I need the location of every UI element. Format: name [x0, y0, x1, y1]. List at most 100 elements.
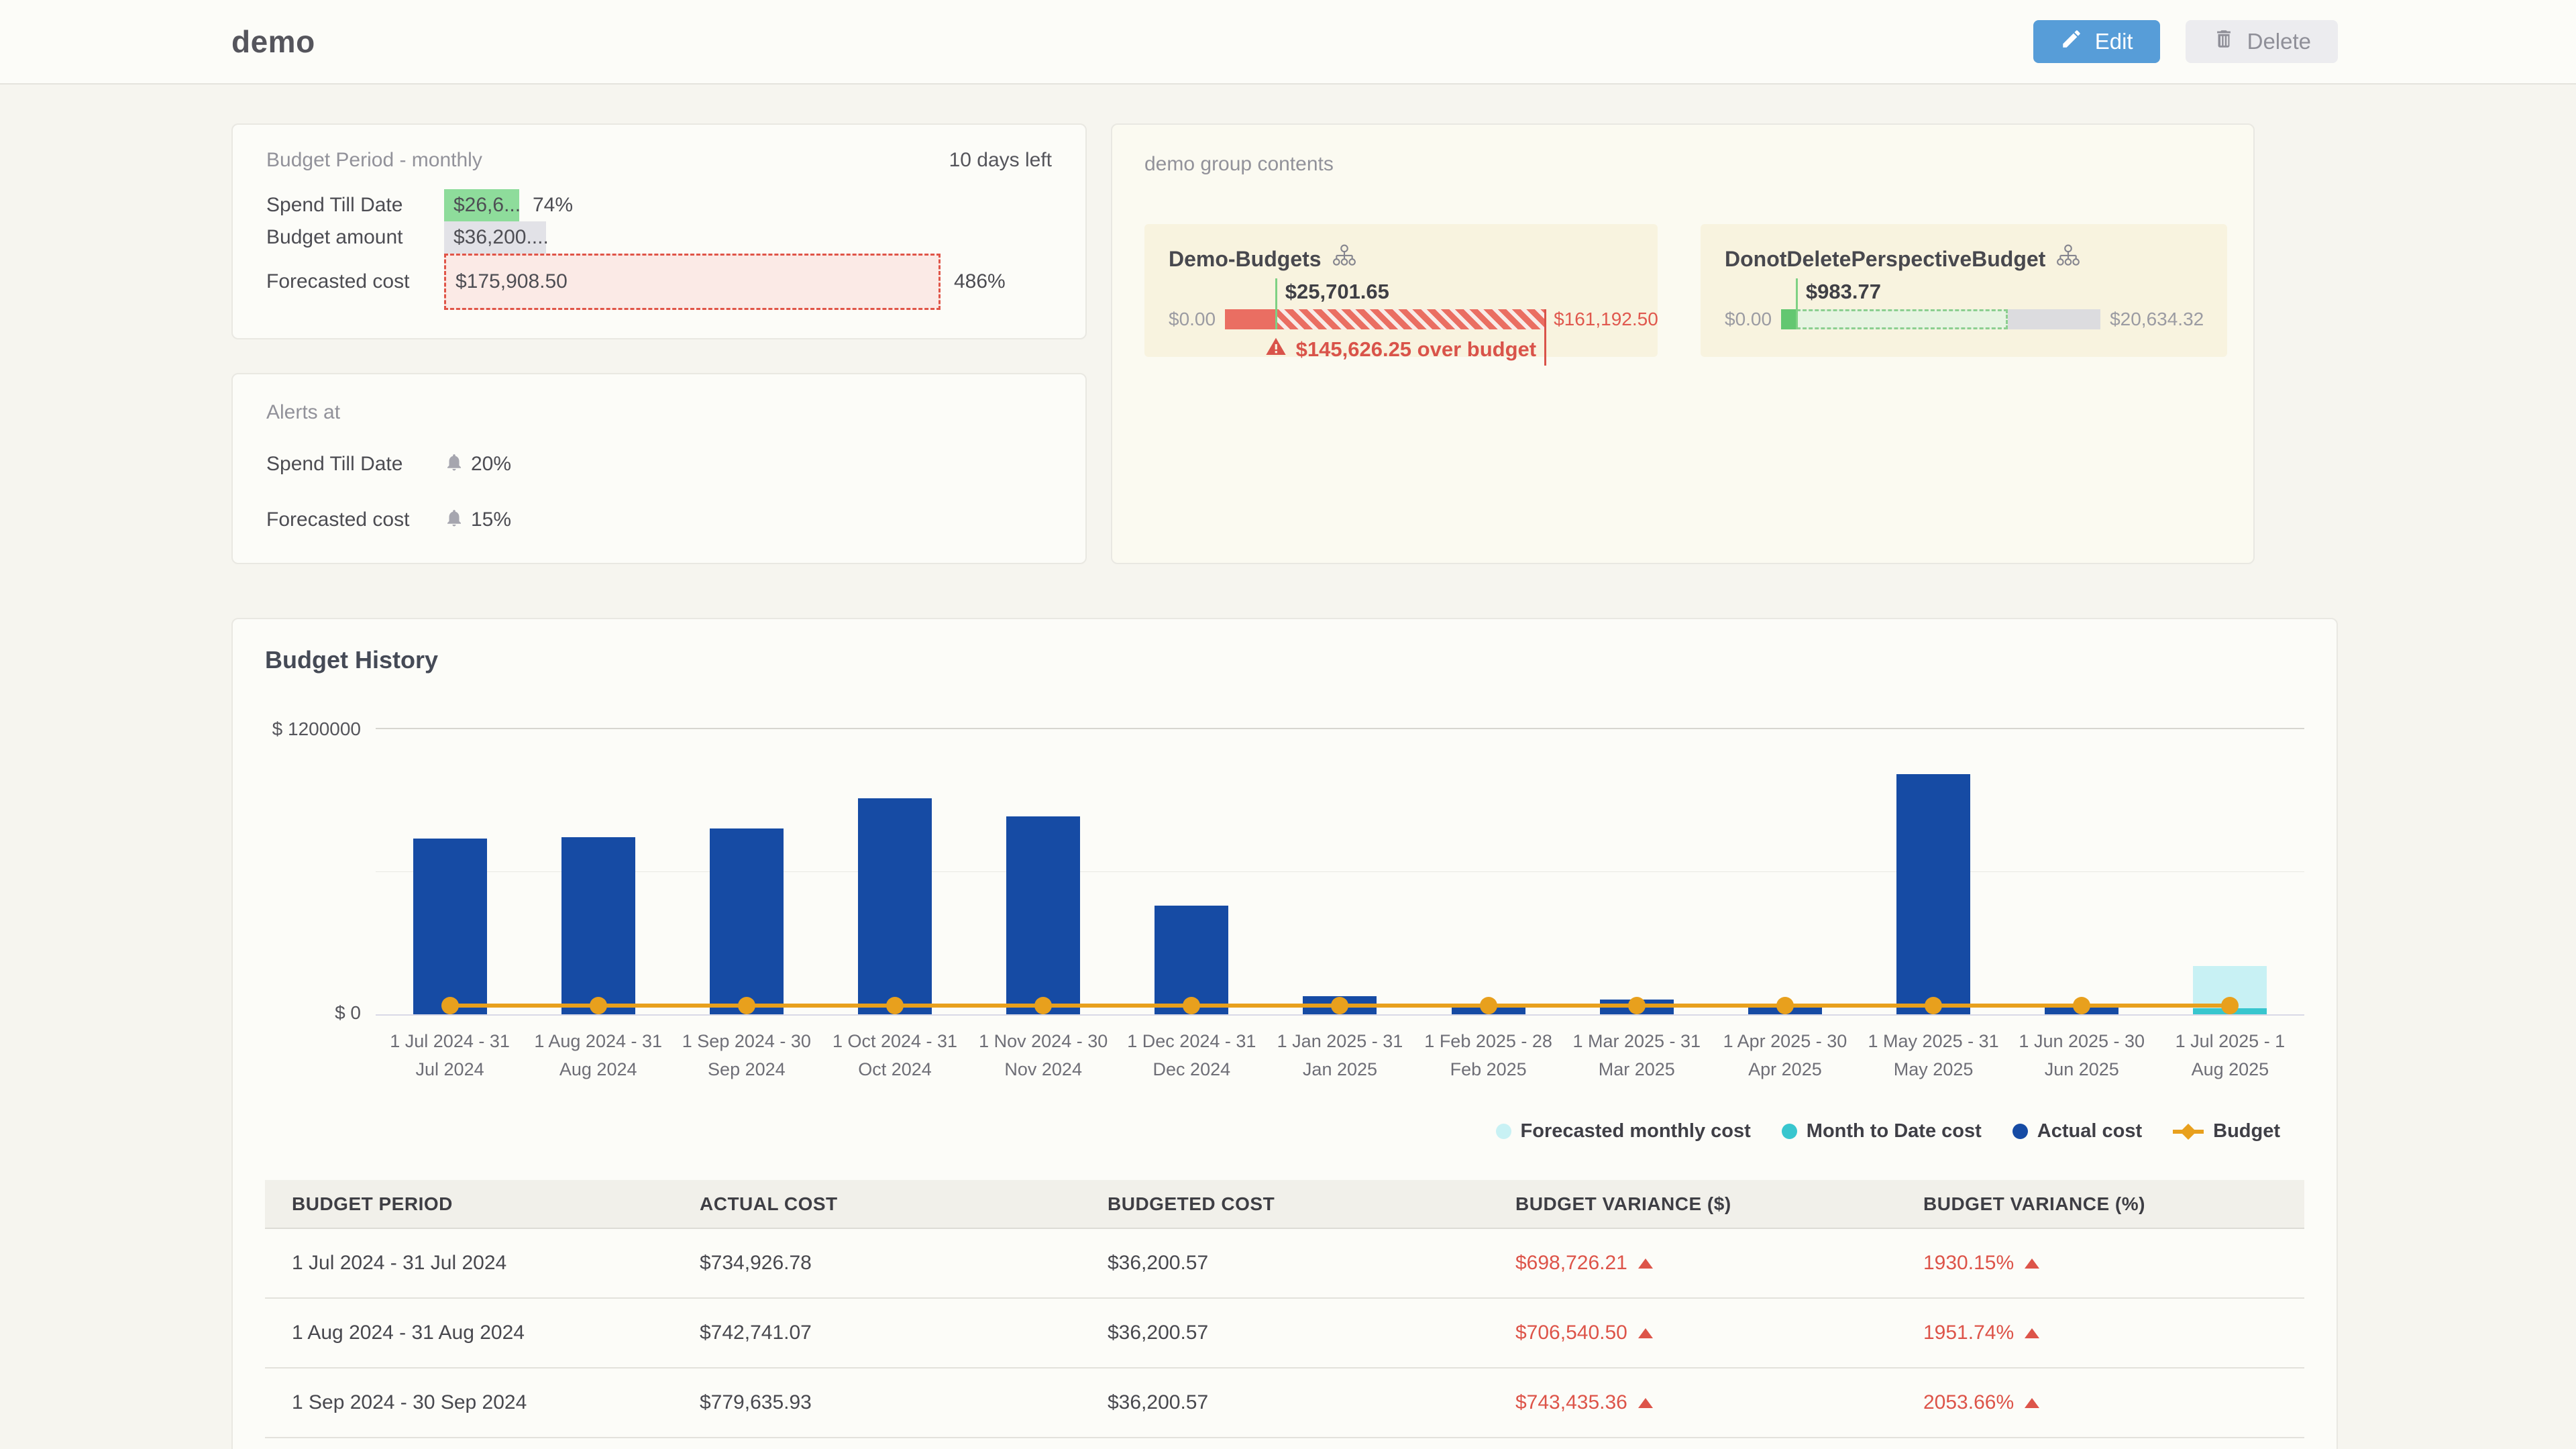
- legend-line-marker: [2173, 1130, 2204, 1134]
- x-axis-label: 1 Nov 2024 - 30 Nov 2024: [971, 1028, 1115, 1084]
- overbudget-segment: [1276, 309, 1544, 329]
- spend-value: $25,701.65: [1285, 280, 1389, 304]
- triangle-up-icon: [2025, 1398, 2039, 1408]
- chart-slot: 1 Oct 2024 - 31 Oct 2024: [820, 728, 969, 1014]
- cell-period: 1 Jul 2024 - 31 Jul 2024: [265, 1228, 673, 1298]
- actual-cost-bar[interactable]: [1896, 774, 1970, 1014]
- y-axis: $ 1200000 $ 0: [265, 728, 376, 1014]
- budget-period-title: Budget Period - monthly: [266, 149, 482, 172]
- table-row: 1 Aug 2024 - 31 Aug 2024$742,741.07$36,2…: [265, 1298, 2304, 1368]
- edit-button[interactable]: Edit: [2033, 20, 2160, 63]
- table-row: 1 Jul 2024 - 31 Jul 2024$734,926.78$36,2…: [265, 1228, 2304, 1298]
- delete-button[interactable]: Delete: [2186, 20, 2338, 63]
- budget-point[interactable]: [1628, 997, 1646, 1014]
- budget-dashboard: demo Edit Delete Budget Peri: [0, 0, 2576, 1449]
- table-column-header: BUDGETED COST: [1081, 1180, 1489, 1228]
- table-column-header: ACTUAL COST: [673, 1180, 1081, 1228]
- alert-row: Forecasted cost15%: [266, 508, 1052, 531]
- budget-history-title: Budget History: [265, 646, 2304, 674]
- edit-button-label: Edit: [2095, 29, 2133, 54]
- variance-value: $743,435.36: [1515, 1391, 1896, 1414]
- budget-point[interactable]: [1925, 997, 1942, 1014]
- cell-budgeted: $36,200.57: [1081, 1368, 1489, 1438]
- budget-point[interactable]: [1183, 997, 1200, 1014]
- budget-period-row-label: Forecasted cost: [266, 270, 444, 293]
- spend-marker: [1275, 278, 1277, 329]
- table-column-header: BUDGET VARIANCE ($): [1489, 1180, 1896, 1228]
- group-contents-card: demo group contents Demo-Budgets$0.00$14…: [1111, 123, 2255, 564]
- budget-tile-name: DonotDeletePerspectiveBudget: [1725, 244, 2203, 274]
- legend-label: Month to Date cost: [1807, 1120, 1982, 1142]
- variance-text: 1951.74%: [1923, 1322, 2014, 1344]
- cell-budgeted: $36,200.57: [1081, 1228, 1489, 1298]
- group-contents-title: demo group contents: [1144, 153, 2221, 176]
- actual-cost-bar[interactable]: [561, 837, 635, 1014]
- variance-value: 2053.66%: [1923, 1391, 2304, 1414]
- legend-diamond: [2180, 1123, 2196, 1139]
- budget-point[interactable]: [1331, 997, 1348, 1014]
- table-column-header: BUDGET VARIANCE (%): [1896, 1180, 2304, 1228]
- variance-text: 1930.15%: [1923, 1252, 2014, 1275]
- budget-point[interactable]: [1776, 997, 1794, 1014]
- x-axis-baseline: [376, 1014, 2304, 1016]
- budget-point[interactable]: [1034, 997, 1052, 1014]
- cell-period: 1 Aug 2024 - 31 Aug 2024: [265, 1298, 673, 1368]
- chart-slot: 1 May 2025 - 31 May 2025: [1860, 728, 2008, 1014]
- budget-point[interactable]: [886, 997, 904, 1014]
- triangle-up-icon: [1638, 1328, 1653, 1338]
- budget-point[interactable]: [2073, 997, 2090, 1014]
- chart-legend: Forecasted monthly cost Month to Date cos…: [265, 1120, 2304, 1142]
- budget-tile-bar[interactable]: $983.77: [1781, 309, 2100, 329]
- actual-cost-bar[interactable]: [413, 839, 487, 1014]
- remaining-segment: [2008, 309, 2100, 329]
- budget-point[interactable]: [1480, 997, 1497, 1014]
- actual-cost-bar[interactable]: [858, 798, 932, 1014]
- legend-marker: [1782, 1124, 1797, 1139]
- budget-green-bar: $26,6...: [444, 189, 519, 221]
- legend-item-month-to-date-cost[interactable]: Month to Date cost: [1782, 1120, 1982, 1142]
- cell-variance-percent: 1930.15%: [1896, 1228, 2304, 1298]
- x-axis-label: 1 Mar 2025 - 31 Mar 2025: [1565, 1028, 1709, 1084]
- spend-segment: [1781, 309, 1796, 329]
- legend-label: Actual cost: [2037, 1120, 2142, 1142]
- budget-tile-bar-row: $0.00$145,626.25 over budget$25,701.65$1…: [1169, 309, 1633, 330]
- budget-point[interactable]: [590, 997, 607, 1014]
- variance-value: $698,726.21: [1515, 1252, 1896, 1275]
- budget-point[interactable]: [2221, 997, 2239, 1014]
- x-axis-label: 1 Jul 2024 - 31 Jul 2024: [378, 1028, 522, 1084]
- budget-period-row: Budget amount$36,200....: [266, 221, 1052, 254]
- actual-cost-bar[interactable]: [710, 828, 784, 1014]
- cell-variance-percent: 2053.66%: [1896, 1368, 2304, 1438]
- legend-item-actual-cost[interactable]: Actual cost: [2012, 1120, 2142, 1142]
- triangle-up-icon: [2025, 1258, 2039, 1269]
- overbudget-note-text: $145,626.25 over budget: [1296, 337, 1536, 362]
- y-axis-zero-label: $ 0: [335, 1002, 361, 1024]
- hierarchy-icon: [2056, 244, 2080, 274]
- chart-slot: 1 Sep 2024 - 30 Sep 2024: [672, 728, 820, 1014]
- bar-max-label: $161,192.50: [1554, 309, 1658, 330]
- x-axis-label: 1 Feb 2025 - 28 Feb 2025: [1417, 1028, 1560, 1084]
- budget-period-row: Spend Till Date$26,6...74%: [266, 189, 1052, 221]
- legend-item-budget[interactable]: Budget: [2173, 1120, 2280, 1142]
- y-axis-max-label: $ 1200000: [272, 718, 361, 740]
- actual-cost-bar[interactable]: [1006, 816, 1080, 1014]
- bar-min-label: $0.00: [1725, 309, 1772, 330]
- budget-point[interactable]: [441, 997, 459, 1014]
- header: demo Edit Delete: [0, 0, 2576, 85]
- variance-text: $698,726.21: [1515, 1252, 1627, 1275]
- x-axis-label: 1 Jul 2025 - 1 Aug 2025: [2158, 1028, 2302, 1084]
- budget-tile-bar[interactable]: $145,626.25 over budget$25,701.65: [1225, 309, 1544, 329]
- cell-variance-dollars: $706,540.50: [1489, 1298, 1896, 1368]
- chart-slot: 1 Jun 2025 - 30 Jun 2025: [2008, 728, 2156, 1014]
- variance-text: $706,540.50: [1515, 1322, 1627, 1344]
- cell-actual: $779,635.93: [673, 1368, 1081, 1438]
- alert-threshold-value: 15%: [471, 508, 511, 531]
- bar-max-label: $20,634.32: [2110, 309, 2204, 330]
- x-axis-label: 1 Dec 2024 - 31 Dec 2024: [1120, 1028, 1263, 1084]
- legend-item-forecasted-monthly-cost[interactable]: Forecasted monthly cost: [1496, 1120, 1751, 1142]
- x-axis-label: 1 Oct 2024 - 31 Oct 2024: [823, 1028, 967, 1084]
- budget-period-row-label: Budget amount: [266, 226, 444, 249]
- cell-variance-dollars: $698,726.21: [1489, 1228, 1896, 1298]
- spend-marker: [1796, 278, 1798, 329]
- budget-point[interactable]: [738, 997, 755, 1014]
